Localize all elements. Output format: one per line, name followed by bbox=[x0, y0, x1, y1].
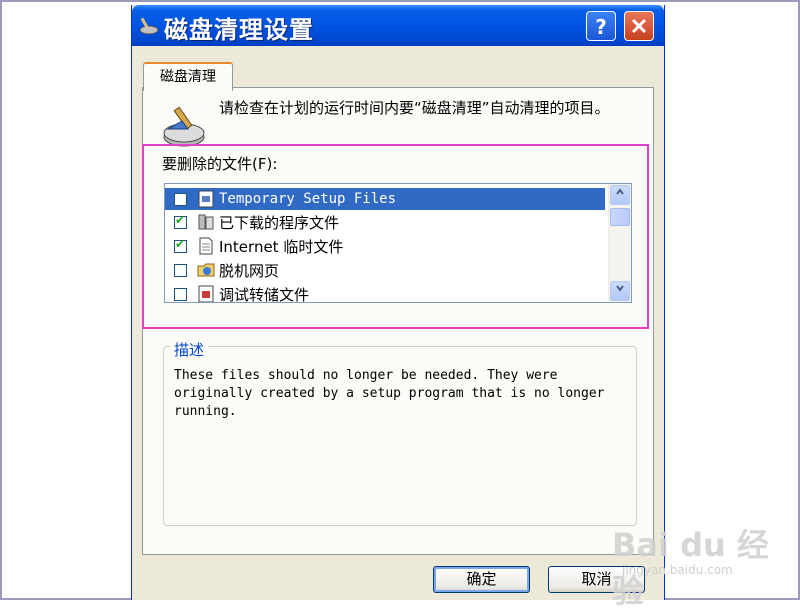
tab-disk-cleanup[interactable]: 磁盘清理 bbox=[143, 62, 233, 91]
dialog-window: 磁盘清理设置 ? 磁盘清理 请检查在计划的运行时间内要“磁盘清理”自动清理的项目… bbox=[131, 5, 665, 600]
description-text: These files should no longer be needed. … bbox=[174, 368, 605, 419]
close-button[interactable] bbox=[624, 11, 654, 41]
watermark-url: jingyan.baidu.com bbox=[622, 563, 733, 577]
ok-button[interactable]: 确定 bbox=[433, 566, 530, 593]
title-bar[interactable]: 磁盘清理设置 ? bbox=[132, 5, 664, 46]
highlight-box bbox=[142, 144, 649, 329]
disk-cleanup-large-icon bbox=[163, 106, 205, 147]
svg-text:?: ? bbox=[595, 15, 607, 37]
close-icon bbox=[631, 18, 647, 34]
help-button[interactable]: ? bbox=[586, 11, 616, 41]
description-title: 描述 bbox=[170, 339, 209, 360]
intro-text: 请检查在计划的运行时间内要“磁盘清理”自动清理的项目。 bbox=[219, 99, 610, 117]
window-title: 磁盘清理设置 bbox=[164, 16, 314, 44]
disk-cleanup-icon bbox=[139, 17, 159, 35]
question-icon: ? bbox=[595, 15, 607, 37]
